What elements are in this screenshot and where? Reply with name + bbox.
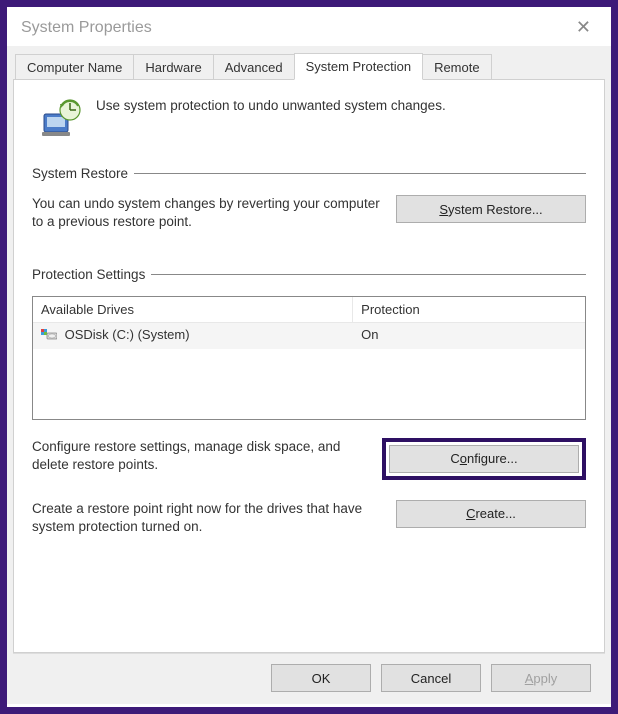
tab-hardware[interactable]: Hardware <box>133 54 213 80</box>
restore-description: You can undo system changes by reverting… <box>32 195 380 231</box>
create-button[interactable]: Create... <box>396 500 586 528</box>
create-description: Create a restore point right now for the… <box>32 500 380 536</box>
table-row[interactable]: OSDisk (C:) (System) On <box>33 323 585 348</box>
configure-row: Configure restore settings, manage disk … <box>32 438 586 480</box>
protection-cell: On <box>353 323 585 348</box>
drive-name: OSDisk (C:) (System) <box>65 327 190 342</box>
col-header-protection: Protection <box>353 297 585 322</box>
tab-system-protection[interactable]: System Protection <box>294 53 424 80</box>
tab-panel: Use system protection to undo unwanted s… <box>13 79 605 653</box>
disk-icon <box>41 327 57 344</box>
tab-strip: Computer Name Hardware Advanced System P… <box>13 52 605 79</box>
ok-button[interactable]: OK <box>271 664 371 692</box>
intro-text: Use system protection to undo unwanted s… <box>96 96 446 113</box>
group-label-restore: System Restore <box>32 166 586 181</box>
intro-row: Use system protection to undo unwanted s… <box>32 96 586 138</box>
tab-computer-name[interactable]: Computer Name <box>15 54 134 80</box>
window-title: System Properties <box>21 19 152 37</box>
drive-cell: OSDisk (C:) (System) <box>33 323 353 348</box>
system-protection-icon <box>40 96 82 138</box>
titlebar: System Properties ✕ <box>7 7 611 46</box>
configure-highlight: Configure... <box>382 438 586 480</box>
dialog-footer: OK Cancel Apply <box>13 653 605 704</box>
cancel-button[interactable]: Cancel <box>381 664 481 692</box>
section-protection-settings: Protection Settings Available Drives Pro… <box>32 267 586 536</box>
section-system-restore: System Restore You can undo system chang… <box>32 166 586 231</box>
group-label-protection: Protection Settings <box>32 267 586 282</box>
configure-button[interactable]: Configure... <box>389 445 579 473</box>
close-icon[interactable]: ✕ <box>570 15 597 40</box>
tab-advanced[interactable]: Advanced <box>213 54 295 80</box>
drive-table[interactable]: Available Drives Protection <box>32 296 586 419</box>
create-row: Create a restore point right now for the… <box>32 500 586 536</box>
col-header-drives: Available Drives <box>33 297 353 322</box>
configure-description: Configure restore settings, manage disk … <box>32 438 366 474</box>
drive-table-empty <box>33 349 585 419</box>
system-restore-button[interactable]: System Restore... <box>396 195 586 223</box>
apply-button[interactable]: Apply <box>491 664 591 692</box>
drive-table-header: Available Drives Protection <box>33 297 585 323</box>
client-area: Computer Name Hardware Advanced System P… <box>7 46 611 704</box>
tab-remote[interactable]: Remote <box>422 54 492 80</box>
